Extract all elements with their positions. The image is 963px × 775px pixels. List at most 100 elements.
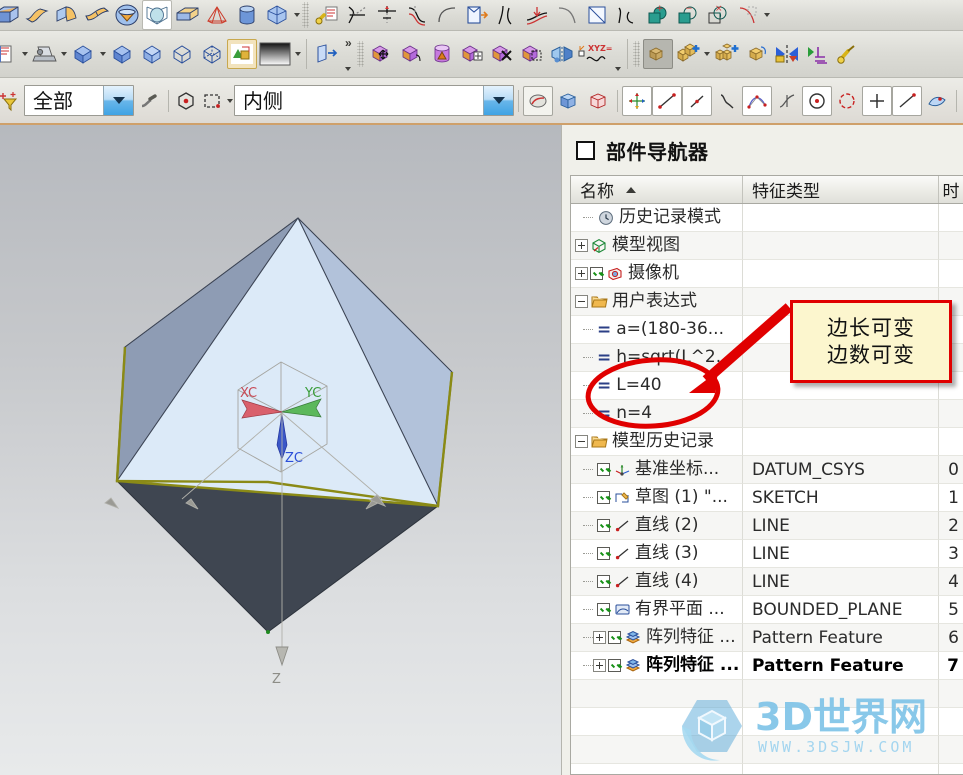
table-row[interactable]: 直线 (2) LINE 2 bbox=[571, 512, 963, 540]
sheet-bend-icon[interactable] bbox=[22, 0, 52, 30]
table-row[interactable]: 模型历史记录 bbox=[571, 428, 963, 456]
chevron-down-icon[interactable] bbox=[703, 39, 712, 69]
table-row[interactable]: 基准坐标... DATUM_CSYS 0 bbox=[571, 456, 963, 484]
table-row[interactable]: 有界平面 ... BOUNDED_PLANE 5 bbox=[571, 596, 963, 624]
toolbar-overflow-2[interactable] bbox=[613, 37, 623, 71]
expand-node-icon[interactable] bbox=[575, 239, 588, 252]
chevron-down-icon[interactable] bbox=[98, 39, 107, 69]
line-two-point-icon[interactable] bbox=[682, 85, 712, 116]
intersect-icon[interactable]: × bbox=[702, 0, 732, 30]
tree-node-name-cell[interactable]: 摄像机 bbox=[571, 260, 743, 288]
offset-curve-icon[interactable] bbox=[402, 0, 432, 30]
overflow-chevron-icon[interactable]: » bbox=[343, 37, 354, 49]
offset-region-icon[interactable] bbox=[427, 39, 457, 69]
pattern-component-icon[interactable] bbox=[742, 39, 772, 69]
tree-node-name-cell[interactable]: = h=sqrt(L^2... bbox=[571, 344, 743, 372]
laptop-view-icon[interactable] bbox=[29, 39, 59, 69]
circle-center-icon[interactable] bbox=[802, 85, 832, 116]
background-gradient-icon[interactable] bbox=[257, 39, 293, 69]
tree-body[interactable]: 历史记录模式 模型视图 摄像机 用户表达式 = a=(180-36... = h=sqrt(L… bbox=[571, 204, 963, 774]
graphics-viewport[interactable]: XC YC ZC Z bbox=[0, 125, 561, 775]
part-navigator-tree[interactable]: 名称 特征类型 时 历史记录模式 模型视图 摄像机 用户表达式 = a=(180-36..… bbox=[570, 175, 963, 775]
assembly-icon[interactable] bbox=[642, 39, 673, 69]
feature-suppress-checkbox[interactable] bbox=[608, 659, 621, 672]
subtract-icon[interactable]: − bbox=[672, 0, 702, 30]
feature-suppress-checkbox[interactable] bbox=[597, 519, 610, 532]
table-row[interactable]: 草图 (1) "... SKETCH 1 bbox=[571, 484, 963, 512]
line-icon[interactable] bbox=[652, 85, 682, 116]
tree-node-name-cell[interactable]: 模型视图 bbox=[571, 232, 743, 260]
divide-curve-icon[interactable] bbox=[582, 0, 612, 30]
drawn-cutout-icon[interactable] bbox=[82, 0, 112, 30]
tree-node-name-cell[interactable]: 用户表达式 bbox=[571, 288, 743, 316]
table-row[interactable]: 直线 (3) LINE 3 bbox=[571, 540, 963, 568]
tree-node-name-cell[interactable]: 有界平面 ... bbox=[571, 596, 743, 624]
unite-icon[interactable]: + bbox=[642, 0, 672, 30]
mirror-assembly-icon[interactable] bbox=[772, 39, 802, 69]
block-icon[interactable] bbox=[172, 0, 202, 30]
point-set-icon[interactable] bbox=[772, 86, 802, 116]
trim-body-icon[interactable] bbox=[732, 0, 762, 30]
chevron-down-icon[interactable] bbox=[292, 0, 301, 30]
tree-node-name-cell[interactable]: 草图 (1) "... bbox=[571, 484, 743, 512]
cylinder-icon[interactable] bbox=[232, 0, 262, 30]
solid-select-icon[interactable] bbox=[583, 86, 613, 116]
expand-node-icon[interactable] bbox=[593, 659, 606, 672]
delete-face-icon[interactable] bbox=[487, 39, 517, 69]
panel-pin-icon[interactable] bbox=[576, 140, 595, 160]
wave-geometry-icon[interactable] bbox=[832, 39, 862, 69]
tree-node-name-cell[interactable]: = n=4 bbox=[571, 400, 743, 428]
table-row[interactable]: 阵列特征 ... Pattern Feature 6 bbox=[571, 624, 963, 652]
static-wireframe-icon[interactable] bbox=[107, 39, 137, 69]
chevron-down-icon[interactable] bbox=[483, 86, 513, 115]
tree-node-name-cell[interactable]: 历史记录模式 bbox=[571, 204, 743, 232]
cone-icon[interactable] bbox=[202, 0, 232, 30]
tree-node-name-cell[interactable]: 阵列特征 ... bbox=[571, 624, 743, 652]
revolve-icon[interactable] bbox=[112, 0, 142, 30]
toolbar-grip[interactable] bbox=[302, 2, 309, 28]
feature-suppress-checkbox[interactable] bbox=[597, 491, 610, 504]
spline-icon[interactable] bbox=[712, 86, 742, 116]
studio-spline-icon[interactable] bbox=[742, 85, 772, 116]
table-row[interactable]: 模型视图 bbox=[571, 232, 963, 260]
chevron-down-icon[interactable] bbox=[293, 39, 302, 69]
collapse-node-icon[interactable] bbox=[575, 435, 588, 448]
table-row[interactable]: 直线 (4) LINE 4 bbox=[571, 568, 963, 596]
new-component-icon[interactable] bbox=[712, 39, 742, 69]
tree-node-name-cell[interactable]: 直线 (4) bbox=[571, 568, 743, 596]
assembly-constraint-icon[interactable] bbox=[802, 39, 832, 69]
tree-node-name-cell[interactable]: 直线 (3) bbox=[571, 540, 743, 568]
add-component-icon[interactable] bbox=[673, 39, 703, 69]
perpendicular-icon[interactable] bbox=[372, 0, 402, 30]
sheet-body-icon[interactable] bbox=[922, 86, 952, 116]
sphere-icon[interactable] bbox=[142, 0, 172, 30]
flange-icon[interactable] bbox=[52, 0, 82, 30]
tree-node-name-cell[interactable]: 阵列特征 ... bbox=[571, 652, 743, 680]
selection-scope-combo[interactable]: 内侧 bbox=[234, 85, 514, 116]
tree-node-name-cell[interactable]: = L=40 bbox=[571, 372, 743, 400]
feature-suppress-checkbox[interactable] bbox=[597, 463, 610, 476]
extrude-icon[interactable] bbox=[0, 0, 22, 30]
chevron-down-icon[interactable] bbox=[762, 0, 771, 30]
chevron-down-icon[interactable] bbox=[20, 39, 29, 69]
wireframe-hidden-icon[interactable] bbox=[197, 39, 227, 69]
project-curve-icon[interactable] bbox=[462, 0, 492, 30]
tree-node-name-cell[interactable]: 基准坐标... bbox=[571, 456, 743, 484]
toolbar-grip[interactable] bbox=[356, 41, 364, 67]
scale-body-icon[interactable] bbox=[517, 39, 547, 69]
datum-axis-icon[interactable] bbox=[892, 85, 922, 116]
cross-point-icon[interactable] bbox=[862, 85, 892, 116]
rectangle-select-icon[interactable] bbox=[199, 86, 225, 116]
tree-node-name-cell[interactable]: 直线 (2) bbox=[571, 512, 743, 540]
table-row[interactable]: 历史记录模式 bbox=[571, 204, 963, 232]
body-select-icon[interactable] bbox=[553, 86, 583, 116]
column-header-name[interactable]: 名称 bbox=[571, 176, 744, 203]
collapse-node-icon[interactable] bbox=[575, 295, 588, 308]
toolbar-overflow[interactable]: » bbox=[341, 37, 356, 71]
partially-shaded-icon[interactable] bbox=[137, 39, 167, 69]
selection-chain-icon[interactable] bbox=[134, 86, 164, 116]
table-row[interactable]: = n=4 bbox=[571, 400, 963, 428]
feature-suppress-checkbox[interactable] bbox=[597, 547, 610, 560]
move-origin-icon[interactable] bbox=[622, 85, 652, 116]
expand-node-icon[interactable] bbox=[593, 631, 606, 644]
